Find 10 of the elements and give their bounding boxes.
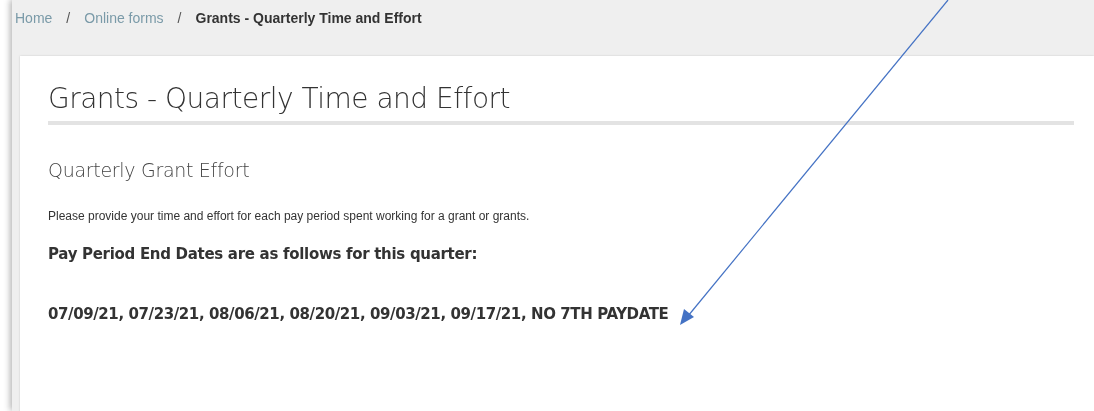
section-title: Quarterly Grant Effort <box>48 159 251 181</box>
breadcrumb-current: Grants - Quarterly Time and Effort <box>195 10 422 26</box>
breadcrumb-link[interactable]: Online forms <box>84 10 164 26</box>
page-title: Grants - Quarterly Time and Effort <box>48 78 1074 125</box>
breadcrumb-separator: / <box>176 10 183 26</box>
breadcrumb-separator: / <box>65 10 72 26</box>
intro-text: Please provide your time and effort for each pay period spent working for a grant or grants. <box>48 209 531 223</box>
pay-dates: 07/09/21, 07/23/21, 08/06/21, 08/20/21, 09/03/21, 09/17/21, NO 7TH PAYDATE <box>48 305 670 323</box>
dates-heading: Pay Period End Dates are as follows for this quarter: <box>48 245 479 263</box>
breadcrumb-link[interactable]: Home <box>15 10 53 26</box>
